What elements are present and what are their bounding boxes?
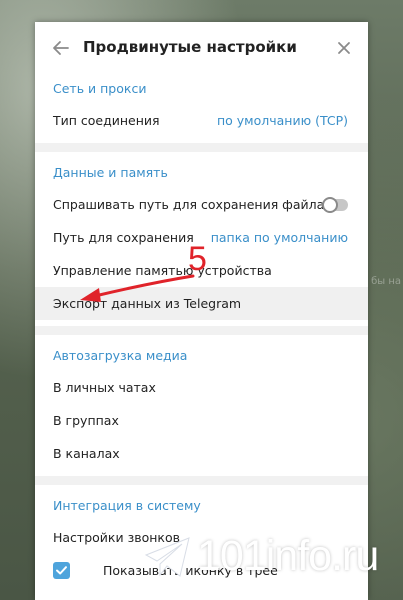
dialog-header: Продвинутые настройки xyxy=(35,22,368,74)
connection-type-row[interactable]: Тип соединения по умолчанию (TCP) xyxy=(35,104,368,137)
export-telegram-data-row[interactable]: Экспорт данных из Telegram xyxy=(35,287,368,320)
autoload-groups-row[interactable]: В группах xyxy=(35,404,368,437)
section-title-integration: Интеграция в систему xyxy=(53,498,201,513)
storage-management-label: Управление памятью устройства xyxy=(53,263,272,278)
back-button[interactable] xyxy=(49,36,73,60)
autoload-item-label: В личных чатах xyxy=(53,380,156,395)
ask-save-path-row[interactable]: Спрашивать путь для сохранения файла xyxy=(35,188,368,221)
watermark-text: 101info.ru xyxy=(197,532,379,580)
ask-save-path-toggle[interactable] xyxy=(322,197,348,213)
telegram-plane-icon xyxy=(144,536,190,577)
dialog-title: Продвинутые настройки xyxy=(83,38,297,56)
section-network: Сеть и прокси Тип соединения по умолчани… xyxy=(35,74,368,137)
section-autoload: Автозагрузка медиа В личных чатах В груп… xyxy=(35,335,368,470)
connection-type-label: Тип соединения xyxy=(53,113,160,128)
section-divider xyxy=(35,326,368,335)
advanced-settings-dialog: Продвинутые настройки Сеть и прокси Тип … xyxy=(35,22,368,600)
tray-icon-checkbox[interactable] xyxy=(53,562,70,579)
background-text: бы на xyxy=(371,276,401,287)
save-path-value[interactable]: папка по умолчанию xyxy=(211,221,348,254)
section-divider xyxy=(35,476,368,485)
watermark: 101info.ru xyxy=(143,532,379,581)
arrow-left-icon xyxy=(53,41,69,55)
section-title-autoload: Автозагрузка медиа xyxy=(53,348,188,363)
autoload-item-label: В группах xyxy=(53,413,119,428)
annotation-step-number: 5 xyxy=(188,240,207,278)
autoload-item-label: В каналах xyxy=(53,446,120,461)
toggle-knob xyxy=(322,197,338,213)
section-title-network: Сеть и прокси xyxy=(53,81,147,96)
autoload-private-chats-row[interactable]: В личных чатах xyxy=(35,371,368,404)
connection-type-value[interactable]: по умолчанию (TCP) xyxy=(217,104,348,137)
ask-save-path-label: Спрашивать путь для сохранения файла xyxy=(53,197,325,212)
autoload-channels-row[interactable]: В каналах xyxy=(35,437,368,470)
close-button[interactable] xyxy=(332,36,356,60)
section-divider xyxy=(35,143,368,152)
section-data: Данные и память Спрашивать путь для сохр… xyxy=(35,152,368,320)
save-path-label: Путь для сохранения xyxy=(53,230,194,245)
checkmark-icon xyxy=(56,566,67,575)
section-title-data: Данные и память xyxy=(53,165,168,180)
export-telegram-data-label: Экспорт данных из Telegram xyxy=(53,296,242,311)
close-icon xyxy=(338,42,350,54)
